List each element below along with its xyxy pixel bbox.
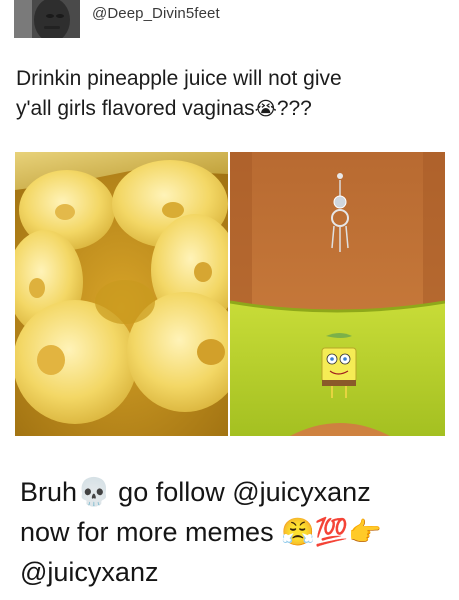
caption-follow-text: go follow @juicyxanz bbox=[110, 477, 371, 507]
caption-more-memes: now for more memes bbox=[20, 517, 282, 547]
tweet-line-2: y'all girls flavored vaginas😭??? bbox=[16, 94, 446, 125]
tweet-line-1: Drinkin pineapple juice will not give bbox=[16, 67, 342, 90]
navel-underwear-image bbox=[230, 152, 445, 436]
caption-bruh: Bruh bbox=[20, 477, 78, 507]
image-collage bbox=[15, 152, 445, 436]
skull-icon: 💀 bbox=[77, 477, 111, 507]
username-handle[interactable]: @Deep_Divin5feet bbox=[92, 5, 220, 22]
post-header: @Deep_Divin5feet bbox=[0, 0, 459, 40]
crying-face-icon: 😭 bbox=[254, 99, 277, 120]
caption-line-2: now for more memes 😤💯👉 bbox=[20, 512, 445, 552]
emoji-group-icon: 😤💯👉 bbox=[281, 517, 382, 547]
tweet-line-2-suffix: ??? bbox=[276, 97, 312, 120]
meme-caption: Bruh💀 go follow @juicyxanz now for more … bbox=[20, 472, 445, 592]
caption-line-1: Bruh💀 go follow @juicyxanz bbox=[20, 472, 445, 512]
caption-line-3[interactable]: @juicyxanz bbox=[20, 552, 445, 592]
avatar-image bbox=[14, 0, 80, 38]
pineapple-rings-image bbox=[15, 152, 228, 436]
avatar[interactable] bbox=[14, 0, 80, 38]
tweet-line-2-text: y'all girls flavored vaginas bbox=[16, 97, 255, 120]
tweet-text: Drinkin pineapple juice will not give y'… bbox=[16, 64, 446, 125]
